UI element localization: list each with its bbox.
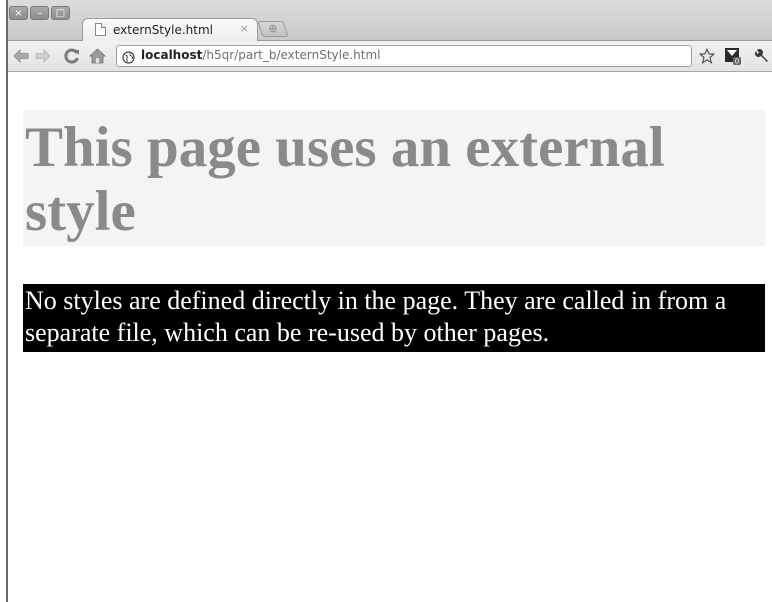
window-minimize-button[interactable]: – [30,6,49,20]
home-icon[interactable] [88,47,106,65]
reload-icon[interactable] [63,47,81,65]
window-close-button[interactable]: × [9,6,28,20]
plus-icon: ⊕ [268,22,278,35]
tab-title: externStyle.html [113,23,213,37]
tab-externstyle[interactable]: externStyle.html × [82,18,258,42]
page-paragraph: No styles are defined directly in the pa… [23,284,765,352]
new-tab-button[interactable]: ⊕ [257,21,289,37]
window-maximize-button[interactable]: □ [51,6,70,20]
tab-close-icon[interactable]: × [240,22,249,35]
extension-icon[interactable]: 0 [724,47,742,65]
wrench-icon[interactable] [752,47,770,65]
window-controls: × – □ [9,6,70,20]
url-path: /h5qr/part_b/externStyle.html [202,48,381,62]
svg-text:0: 0 [735,58,739,66]
browser-window: × – □ externStyle.html × ⊕ localhost/h5q… [6,0,772,602]
tab-strip: × – □ externStyle.html × ⊕ [8,0,772,42]
page-icon [95,23,106,36]
page-content: This page uses an external style No styl… [8,72,772,602]
star-icon[interactable] [698,47,716,65]
globe-icon [122,49,135,68]
page-heading: This page uses an external style [23,110,765,246]
address-bar[interactable]: localhost/h5qr/part_b/externStyle.html [116,45,692,67]
forward-arrow-icon[interactable] [34,47,52,65]
back-arrow-icon[interactable] [12,47,30,65]
url-host: localhost [141,48,203,62]
url-text: localhost/h5qr/part_b/externStyle.html [141,48,380,62]
toolbar: localhost/h5qr/part_b/externStyle.html 0 [8,41,772,72]
